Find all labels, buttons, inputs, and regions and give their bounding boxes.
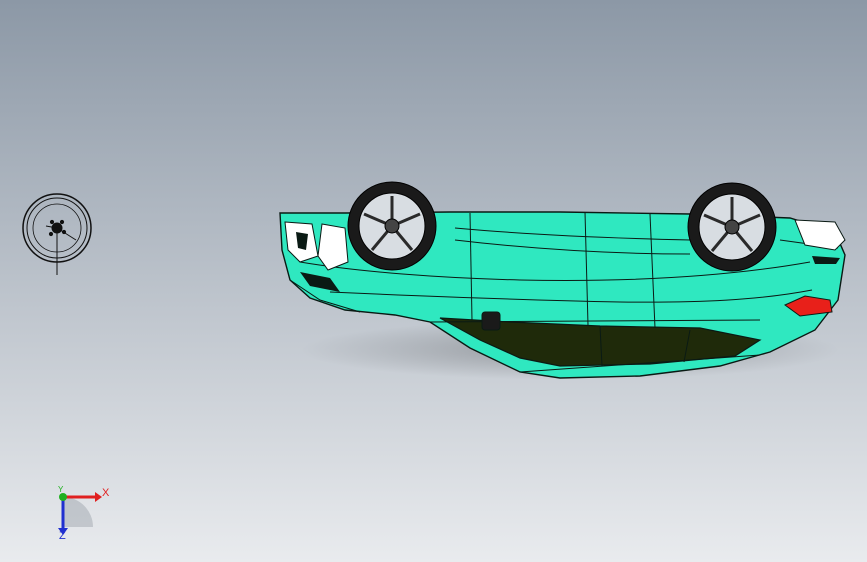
graphics-viewport[interactable]: X Y Z [0,0,867,562]
y-axis-label: Y [58,485,64,494]
x-axis-label: X [102,487,110,499]
front-wheel [347,181,437,271]
model-canvas[interactable] [0,0,867,562]
rear-wheel [687,182,777,272]
z-axis-label: Z [59,530,66,542]
car-body-upside-down[interactable] [279,181,846,380]
